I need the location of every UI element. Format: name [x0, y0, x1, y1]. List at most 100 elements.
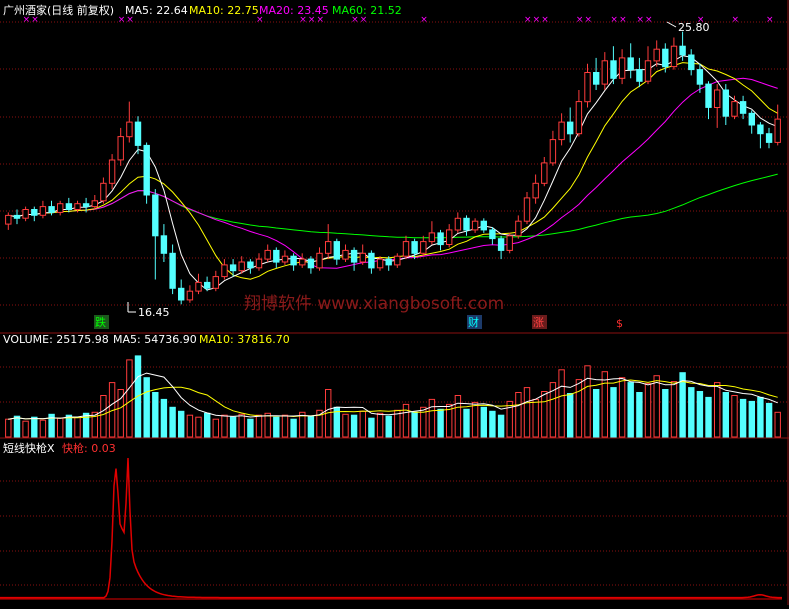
candle-body [57, 203, 64, 213]
signal-mark: × [31, 15, 39, 25]
volume-bar [376, 412, 384, 438]
candle-body [333, 241, 341, 260]
volume-bar [584, 365, 591, 438]
signal-mark: × [420, 15, 428, 25]
marker-dollar[interactable]: $ [616, 317, 623, 330]
candle-body [238, 261, 245, 272]
moving-average-lines [8, 55, 778, 291]
candle-body [471, 220, 479, 231]
volume-bar [644, 383, 652, 438]
candle-body [126, 121, 133, 138]
candle-body [428, 232, 436, 243]
candle-body [350, 249, 358, 263]
candle-body [247, 261, 254, 269]
candle-body [91, 200, 98, 208]
volume-bar [765, 402, 773, 438]
volume-bar [342, 413, 349, 438]
volume-bar [636, 392, 643, 438]
volume-bar [523, 387, 531, 438]
candle-body [342, 249, 349, 260]
volume-bar [558, 369, 565, 438]
signal-mark: × [533, 15, 541, 25]
candle-body [402, 241, 410, 257]
candle-body [325, 241, 332, 254]
candle-body [497, 238, 505, 251]
volume-bar [307, 415, 315, 438]
volume-bar [57, 417, 64, 438]
volume-bar [204, 412, 211, 438]
quickgun-line-layer [0, 457, 782, 600]
volume-bar [39, 419, 47, 438]
signal-mark: × [541, 15, 549, 25]
candle-body [618, 57, 626, 79]
candle-body [204, 281, 211, 289]
candle-body [100, 182, 107, 202]
high-label: 25.80 [678, 21, 710, 34]
volume-bar [402, 403, 410, 438]
signal-mark: × [360, 15, 368, 25]
signal-mark: × [766, 15, 774, 25]
marker-finance[interactable]: 财 [467, 315, 482, 329]
volume-bar [428, 398, 436, 438]
volume-bar [178, 410, 185, 438]
volume-bar [385, 415, 392, 438]
volume-bar [5, 418, 12, 438]
signal-mark: × [585, 15, 593, 25]
quickgun-label: 快枪: 0.03 [62, 441, 116, 455]
candle-body [593, 72, 600, 85]
volume-bar [497, 414, 505, 438]
volume-bar [359, 410, 367, 438]
stock-chart[interactable]: 广州酒家(日线 前复权) MA5: 22.64 MA10: 22.75 MA20… [0, 0, 789, 605]
candle-body [264, 249, 271, 260]
candle-body [480, 220, 488, 231]
volume-bar [31, 416, 38, 438]
signal-mark: × [317, 15, 325, 25]
candle-body [212, 276, 220, 289]
candle-body [394, 255, 401, 266]
candle-body [636, 69, 643, 82]
candle-body [567, 121, 574, 135]
marker-rise[interactable]: 涨 [532, 315, 547, 329]
stock-chart-canvas[interactable]: 广州酒家(日线 前复权) MA5: 22.64 MA10: 22.75 MA20… [0, 0, 789, 605]
volume-bar [471, 401, 479, 438]
low-label: 16.45 [138, 306, 170, 319]
signal-mark: × [23, 15, 31, 25]
marker-finance-text: 财 [468, 315, 479, 329]
volume-ma5-label: MA5: 54736.90 [113, 333, 197, 346]
volume-bar [705, 396, 712, 438]
candle-body [39, 206, 47, 216]
candle-body [307, 258, 315, 269]
volume-bar [100, 395, 107, 438]
volume-bar [463, 408, 470, 438]
volume-bar [653, 375, 660, 438]
volume-bar [722, 392, 729, 438]
candle-body [82, 203, 90, 208]
volume-bar [264, 412, 271, 438]
volume-bar [255, 414, 263, 438]
candle-body [299, 258, 306, 266]
candle-body [774, 118, 781, 143]
candle-body [454, 217, 462, 231]
signal-mark: × [732, 15, 740, 25]
marker-drop[interactable]: 跌 [94, 315, 109, 329]
volume-bar [160, 398, 168, 438]
volume-bar [757, 396, 764, 438]
volume-bar [411, 411, 418, 438]
candle-body [549, 139, 557, 164]
candle-body [627, 57, 634, 71]
volume-bar [489, 410, 496, 438]
candle-body [532, 182, 539, 199]
candle-body [221, 264, 228, 278]
volume-bar [247, 418, 254, 438]
candle-body [714, 89, 721, 108]
volume-bar [575, 379, 583, 438]
volume-bar [273, 416, 280, 438]
candle-body [48, 206, 55, 213]
candle-body [160, 235, 168, 254]
volume-bar [65, 414, 73, 438]
candle-body [722, 89, 729, 117]
volume-bar [541, 391, 548, 438]
candle-body [134, 121, 142, 146]
candle-body [255, 258, 263, 269]
volume-bar [290, 418, 297, 438]
